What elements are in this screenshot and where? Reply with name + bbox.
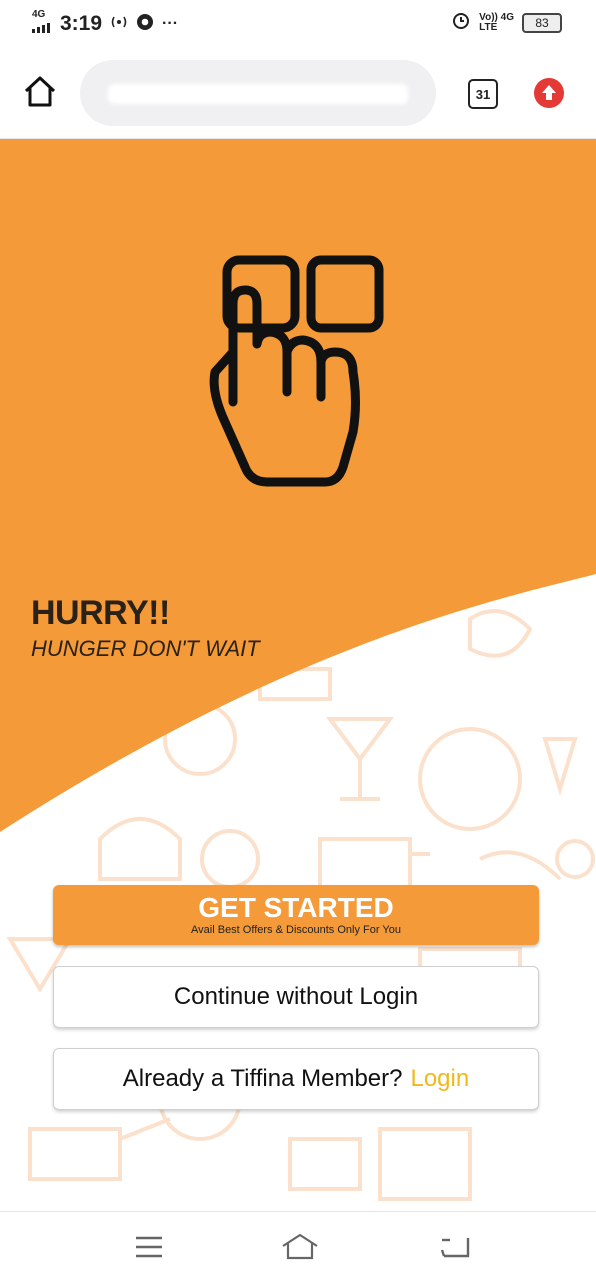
more-indicator: ··· xyxy=(162,15,179,32)
url-bar[interactable] xyxy=(80,60,436,126)
status-left: 4G 3:19 ··· xyxy=(32,10,178,38)
continue-without-login-button[interactable]: Continue without Login xyxy=(53,966,539,1028)
back-icon[interactable] xyxy=(438,1232,472,1262)
login-link[interactable]: Login xyxy=(410,1065,469,1093)
status-bar: 4G 3:19 ··· Vo)) 4G LTE 83 xyxy=(0,0,596,46)
tabs-icon[interactable]: 31 xyxy=(468,79,498,109)
lte-label: LTE xyxy=(479,21,498,33)
network-type: 4G xyxy=(32,9,46,20)
hero-title: HURRY!! xyxy=(31,594,170,632)
status-right: Vo)) 4G LTE 83 xyxy=(451,10,562,35)
battery-level: 83 xyxy=(535,15,549,30)
member-login-button[interactable]: Already a Tiffina Member? Login xyxy=(53,1048,539,1110)
tap-hand-icon xyxy=(203,252,393,497)
volte-label: Vo)) 4G xyxy=(479,11,514,23)
volte-indicator: Vo)) 4G LTE xyxy=(479,11,514,33)
battery-icon: 83 xyxy=(522,12,562,33)
alarm-icon xyxy=(451,10,471,35)
upgrade-icon[interactable] xyxy=(534,78,564,108)
menu-icon[interactable] xyxy=(132,1232,166,1262)
hero-tagline: HUNGER DON'T WAIT xyxy=(31,636,260,661)
home-icon[interactable] xyxy=(22,74,58,110)
get-started-button[interactable]: GET STARTED Avail Best Offers & Discount… xyxy=(53,885,539,945)
get-started-subtitle: Avail Best Offers & Discounts Only For Y… xyxy=(191,924,401,936)
browser-toolbar: 31 xyxy=(0,46,596,139)
get-started-label: GET STARTED xyxy=(198,892,394,923)
hotspot-icon xyxy=(110,14,128,35)
chrome-icon xyxy=(136,13,154,36)
member-prompt-label: Already a Tiffina Member? xyxy=(122,1065,403,1092)
signal-icon: 4G xyxy=(32,10,52,38)
url-text-redacted xyxy=(108,84,408,104)
system-nav-bar xyxy=(0,1211,596,1281)
clock: 3:19 xyxy=(60,12,103,35)
nav-home-icon[interactable] xyxy=(280,1232,318,1262)
continue-without-login-label: Continue without Login xyxy=(173,983,419,1010)
